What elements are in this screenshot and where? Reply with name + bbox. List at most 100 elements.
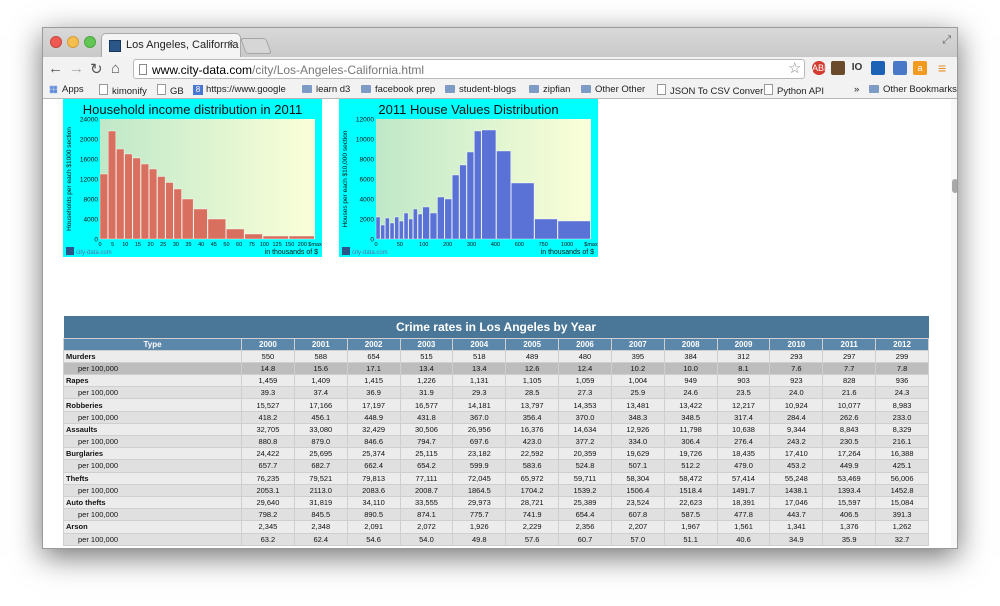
- table-cell: 1,415: [346, 374, 401, 388]
- table-cell: 18,435: [716, 447, 771, 461]
- address-bar[interactable]: www.city-data.com/city/Los-Angeles-Calif…: [133, 59, 805, 79]
- bookmarks-overflow-chevron-icon[interactable]: »: [854, 84, 859, 95]
- camera-extension-icon[interactable]: [831, 61, 845, 75]
- table-cell: 949: [663, 374, 718, 388]
- windows-extension-icon[interactable]: [871, 61, 885, 75]
- histogram-bar: [226, 228, 245, 240]
- bookmark-python-api[interactable]: Python API: [764, 84, 824, 97]
- crime-table-title: Crime rates in Los Angeles by Year: [63, 316, 929, 338]
- x-tick-label: 5: [111, 242, 114, 248]
- x-tick-label: 50: [397, 242, 403, 248]
- amazon-extension-icon[interactable]: a: [913, 61, 927, 75]
- close-window-button[interactable]: [50, 36, 62, 48]
- table-cell: 25,389: [558, 495, 612, 510]
- table-cell: 11,798: [663, 422, 718, 437]
- table-cell: 233.0: [875, 410, 929, 424]
- table-cell: 1518.4: [663, 483, 718, 497]
- tab-close-icon[interactable]: ×: [228, 38, 234, 50]
- adblock-extension-icon[interactable]: ABP: [812, 61, 830, 75]
- table-cell: 16,388: [875, 447, 929, 461]
- url-domain: www.city-data.com: [152, 63, 253, 77]
- table-row: per 100,000 63.2 62.4 54.6 54.0 49.8 57.6 60.7 5…: [63, 532, 929, 546]
- table-cell: 384: [663, 349, 718, 363]
- table-cell: 2,345: [241, 520, 295, 534]
- x-tick-label: 100: [260, 242, 269, 248]
- table-cell: 29,973: [452, 495, 507, 510]
- bookmark-zipfian[interactable]: zipfian: [529, 84, 570, 95]
- table-cell: 19,629: [610, 447, 665, 461]
- table-row: Murders 550 588 654 515 518 489 480 395 384 312 293…: [63, 349, 929, 363]
- new-tab-button[interactable]: [240, 38, 272, 54]
- y-tick-label: 8000: [360, 157, 375, 164]
- row-label: per 100,000: [63, 434, 242, 449]
- row-label: Burglaries: [63, 447, 242, 461]
- table-cell: 293: [769, 349, 824, 363]
- table-cell: 903: [716, 374, 771, 388]
- table-cell: 49.8: [452, 532, 507, 546]
- bookmark-google[interactable]: https://www.google: [193, 84, 286, 95]
- browser-menu-icon[interactable]: ≡: [938, 60, 946, 76]
- scrollbar-thumb[interactable]: [952, 179, 957, 193]
- back-arrow-icon[interactable]: ←: [48, 60, 63, 77]
- vertical-scrollbar[interactable]: [951, 99, 957, 548]
- zoom-window-button[interactable]: [84, 36, 96, 48]
- table-cell: 775.7: [452, 508, 507, 522]
- table-cell: 276.4: [716, 434, 771, 449]
- table-cell: 1,004: [610, 374, 665, 388]
- bookmark-star-icon[interactable]: ☆: [788, 59, 801, 77]
- x-tick-label: 30: [173, 242, 179, 248]
- bookmark-json-to-csv[interactable]: JSON To CSV Conver: [657, 84, 763, 97]
- table-cell: 7.6: [769, 361, 824, 376]
- table-cell: 583.6: [505, 459, 560, 473]
- bookmark-facebook-prep[interactable]: facebook prep: [361, 84, 435, 95]
- star-extension-icon[interactable]: [893, 61, 907, 75]
- histogram-bar: [375, 216, 381, 240]
- row-label: per 100,000: [63, 459, 242, 473]
- bookmark-learn-d3[interactable]: learn d3: [302, 84, 350, 95]
- home-icon[interactable]: ⌂: [111, 60, 120, 77]
- row-label: Robberies: [63, 398, 242, 412]
- bookmark-other-other[interactable]: Other Other: [581, 84, 645, 95]
- io-extension-icon[interactable]: IO: [850, 61, 864, 75]
- table-cell: 22,592: [505, 447, 560, 461]
- table-cell: 657.7: [241, 459, 295, 473]
- bookmark-apps[interactable]: Apps: [49, 84, 84, 95]
- column-header-year: 2001: [293, 337, 348, 351]
- table-row: per 100,000 880.8 879.0 846.6 794.7 697.6 423.…: [63, 434, 929, 449]
- histogram-bar: [288, 235, 315, 240]
- table-cell: 2053.1: [241, 483, 295, 497]
- fullscreen-icon[interactable]: ⤢: [942, 34, 951, 47]
- tab-active[interactable]: Los Angeles, California (CA ×: [101, 33, 241, 57]
- table-cell: 794.7: [399, 434, 454, 449]
- table-cell: 17,046: [769, 495, 824, 510]
- bookmark-student-blogs[interactable]: student-blogs: [445, 84, 516, 95]
- x-tick-label: 45: [211, 242, 217, 248]
- minimize-window-button[interactable]: [67, 36, 79, 48]
- x-tick-label: 400: [491, 242, 500, 248]
- table-cell: 230.5: [822, 434, 877, 449]
- table-cell: 34,110: [346, 495, 401, 510]
- x-tick-label: 300: [467, 242, 476, 248]
- bookmark-gb[interactable]: GB: [157, 84, 184, 97]
- histogram-bar: [444, 198, 452, 240]
- table-cell: 32,429: [346, 422, 401, 437]
- bookmark-other-bookmarks[interactable]: Other Bookmarks: [869, 84, 957, 95]
- table-cell: 367.0: [452, 410, 507, 424]
- reload-icon[interactable]: ↻: [90, 60, 103, 78]
- table-cell: 1,131: [452, 374, 507, 388]
- histogram-bar: [511, 182, 535, 240]
- histogram-bar: [466, 151, 474, 240]
- table-cell: 33,080: [293, 422, 348, 437]
- table-cell: 23,524: [610, 495, 665, 510]
- table-cell: 284.4: [769, 410, 824, 424]
- table-cell: 512.2: [663, 459, 718, 473]
- histogram-bar: [193, 208, 208, 240]
- x-tick-label: 200: [298, 242, 307, 248]
- table-cell: 10,077: [822, 398, 877, 412]
- table-cell: 58,472: [663, 471, 718, 485]
- chart-title: 2011 House Values Distribution: [378, 102, 558, 117]
- y-axis-label: Households per each $1000 section: [66, 127, 73, 231]
- histogram-bar: [437, 196, 445, 240]
- forward-arrow-icon[interactable]: →: [69, 60, 84, 77]
- bookmark-kimonify[interactable]: kimonify: [99, 84, 147, 97]
